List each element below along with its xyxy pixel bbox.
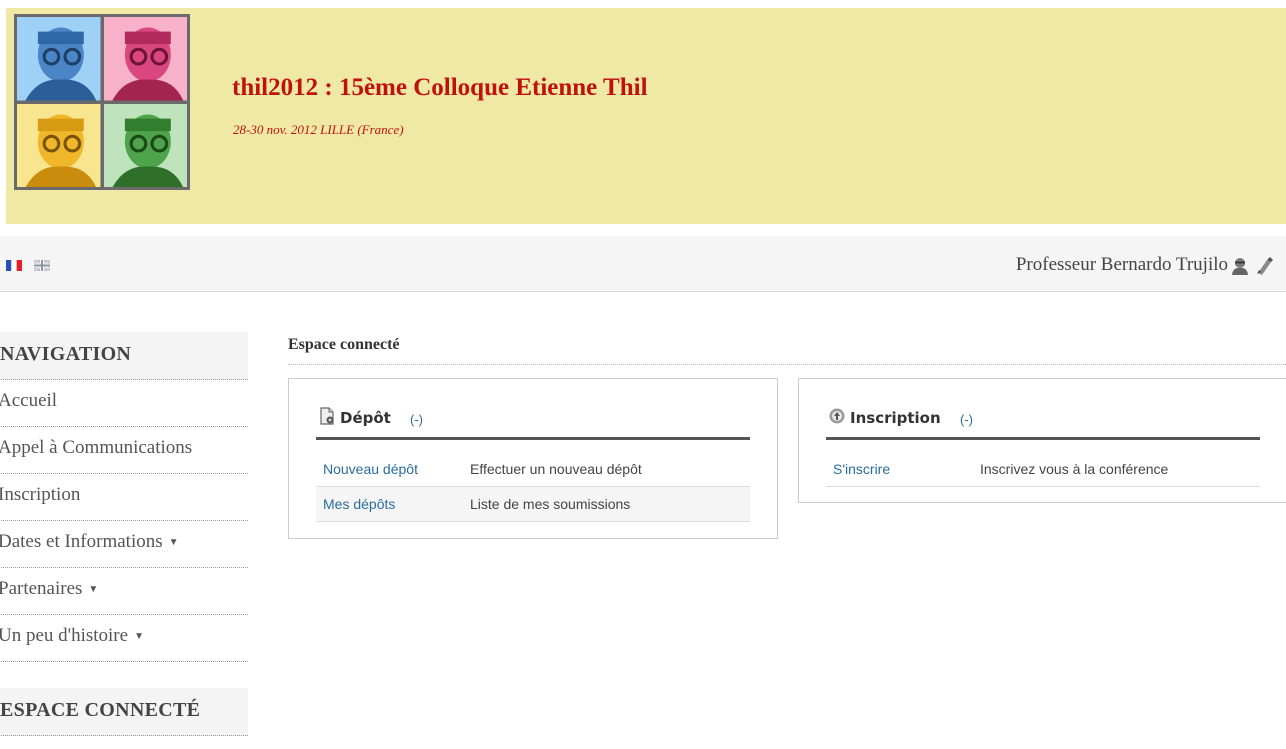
logo-tile-blue bbox=[17, 17, 101, 101]
table-row: S'inscrire Inscrivez vous à la conférenc… bbox=[826, 452, 1260, 487]
row-description: Effectuer un nouveau dépôt bbox=[470, 461, 642, 477]
sidebar-item-accueil[interactable]: Accueil bbox=[0, 380, 248, 427]
espace-connecte-heading: ESPACE CONNECTÉ bbox=[0, 688, 248, 736]
registration-icon bbox=[829, 408, 845, 424]
inscription-list: S'inscrire Inscrivez vous à la conférenc… bbox=[826, 452, 1260, 487]
mes-depots-link[interactable]: Mes dépôts bbox=[316, 496, 470, 512]
uk-flag-icon[interactable] bbox=[34, 260, 50, 271]
fr-flag-icon[interactable] bbox=[6, 260, 22, 271]
row-description: Liste de mes soumissions bbox=[470, 496, 631, 512]
user-bar: Professeur Bernardo Trujilo bbox=[0, 236, 1286, 292]
sidebar-item-label: Inscription bbox=[0, 484, 81, 505]
sidebar-item-appel-communications[interactable]: Appel à Communications bbox=[0, 427, 248, 474]
row-description: Inscrivez vous à la conférence bbox=[980, 461, 1169, 477]
logo-tile-yellow bbox=[17, 103, 101, 187]
depot-title: Dépôt bbox=[340, 409, 391, 427]
depot-panel-header: Dépôt (-) bbox=[316, 403, 750, 440]
sinscrire-link[interactable]: S'inscrire bbox=[826, 461, 980, 477]
logout-icon[interactable] bbox=[1254, 256, 1274, 276]
document-icon bbox=[320, 407, 334, 425]
inscription-panel: Inscription (-) S'inscrire Inscrivez vou… bbox=[798, 378, 1286, 503]
sidebar-item-label: Partenaires bbox=[0, 578, 83, 599]
page-title: Espace connecté bbox=[288, 336, 1286, 365]
caret-down-icon: ▼ bbox=[134, 631, 144, 642]
site-logo[interactable] bbox=[14, 14, 190, 190]
header-banner: thil2012 : 15ème Colloque Etienne Thil 2… bbox=[6, 8, 1286, 224]
sidebar: NAVIGATION Accueil Appel à Communication… bbox=[0, 332, 248, 736]
inscription-collapse-toggle[interactable]: (-) bbox=[960, 412, 973, 427]
table-row: Nouveau dépôt Effectuer un nouveau dépôt bbox=[316, 452, 750, 487]
nouveau-depot-link[interactable]: Nouveau dépôt bbox=[316, 461, 470, 477]
user-name: Professeur Bernardo Trujilo bbox=[1015, 254, 1228, 275]
sidebar-item-partenaires[interactable]: Partenaires ▼ bbox=[0, 568, 248, 615]
caret-down-icon: ▼ bbox=[88, 584, 99, 595]
sidebar-item-inscription[interactable]: Inscription bbox=[0, 474, 248, 521]
sidebar-item-label: Accueil bbox=[0, 390, 58, 411]
caret-down-icon: ▼ bbox=[168, 537, 179, 548]
sidebar-item-label: Un peu d'histoire bbox=[0, 625, 129, 646]
profile-icon[interactable] bbox=[1230, 256, 1250, 276]
depot-list: Nouveau dépôt Effectuer un nouveau dépôt… bbox=[316, 452, 750, 522]
logo-tile-green bbox=[103, 103, 187, 187]
table-row: Mes dépôts Liste de mes soumissions bbox=[316, 487, 750, 522]
main-content: Espace connecté Dépôt (-) Nouveau dépôt … bbox=[288, 336, 1286, 539]
logo-tile-pink bbox=[103, 17, 187, 101]
site-subtitle: 28-30 nov. 2012 LILLE (France) bbox=[233, 122, 404, 137]
navigation-heading: NAVIGATION bbox=[0, 332, 248, 380]
site-title: thil2012 : 15ème Colloque Etienne Thil bbox=[232, 74, 648, 101]
inscription-panel-header: Inscription (-) bbox=[826, 403, 1260, 440]
sidebar-item-dates-informations[interactable]: Dates et Informations ▼ bbox=[0, 521, 248, 568]
sidebar-item-label: Appel à Communications bbox=[0, 437, 193, 458]
sidebar-item-histoire[interactable]: Un peu d'histoire ▼ bbox=[0, 615, 248, 662]
depot-panel: Dépôt (-) Nouveau dépôt Effectuer un nou… bbox=[288, 378, 778, 539]
inscription-title: Inscription bbox=[850, 409, 941, 427]
depot-collapse-toggle[interactable]: (-) bbox=[410, 412, 423, 427]
sidebar-item-label: Dates et Informations bbox=[0, 531, 163, 552]
